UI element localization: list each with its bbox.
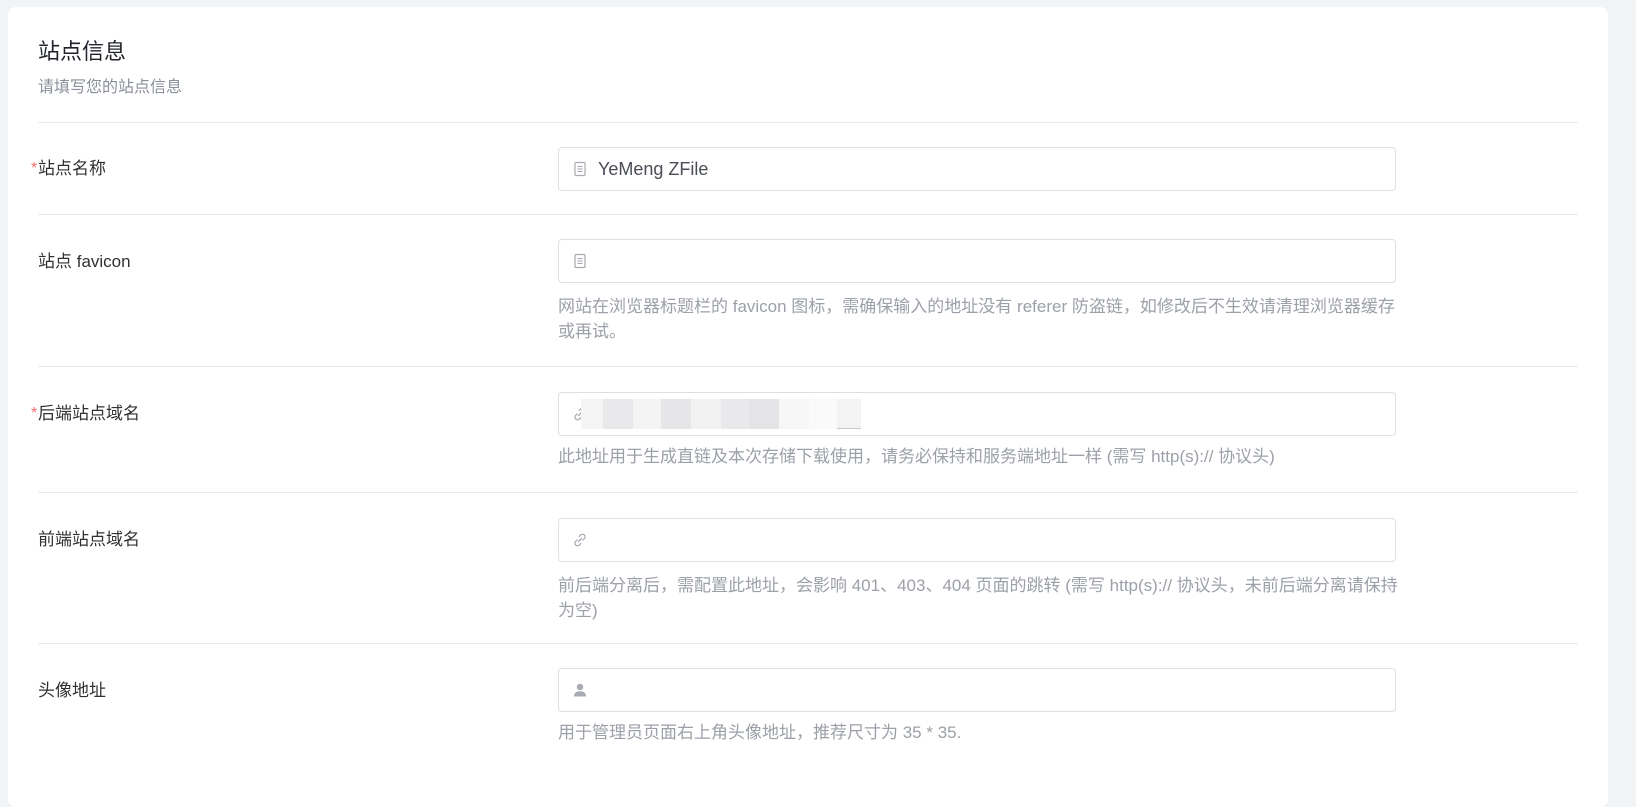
frontend-domain-input[interactable] [558, 518, 1396, 562]
avatar-value[interactable] [598, 669, 1385, 711]
document-icon [574, 161, 586, 177]
section-subtitle: 请填写您的站点信息 [38, 79, 183, 96]
favicon-value[interactable] [598, 240, 1385, 282]
favicon-help-text: 网站在浏览器标题栏的 favicon 图标，需确保输入的地址没有 referer… [558, 297, 1395, 341]
avatar-label: 头像地址 [38, 681, 106, 700]
avatar-input[interactable] [558, 668, 1396, 712]
required-mark: * [31, 405, 38, 422]
backend-domain-help-text: 此地址用于生成直链及本次存储下载使用，请务必保持和服务端地址一样 (需写 htt… [558, 447, 1275, 466]
site-info-card: 站点信息 请填写您的站点信息 * 站点名称 YeMeng ZFile 站点 fa… [8, 7, 1608, 807]
avatar-help-text: 用于管理员页面右上角头像地址，推荐尺寸为 35 * 35. [558, 723, 962, 742]
divider [38, 214, 1578, 215]
divider [38, 366, 1578, 367]
favicon-input[interactable] [558, 239, 1396, 283]
divider [38, 122, 1578, 123]
divider [38, 643, 1578, 644]
backend-domain-input[interactable] [558, 392, 1396, 436]
frontend-domain-value[interactable] [598, 519, 1385, 561]
favicon-label: 站点 favicon [38, 252, 131, 271]
site-name-input[interactable]: YeMeng ZFile [558, 147, 1396, 191]
backend-domain-value[interactable] [598, 393, 1385, 435]
card-header: 站点信息 请填写您的站点信息 [38, 37, 182, 99]
site-name-value[interactable]: YeMeng ZFile [598, 148, 1385, 190]
user-icon [574, 683, 586, 697]
frontend-domain-help-text: 前后端分离后，需配置此地址，会影响 401、403、404 页面的跳转 (需写 … [558, 576, 1398, 620]
required-mark: * [31, 160, 38, 177]
divider [38, 492, 1578, 493]
link-icon [574, 533, 586, 547]
site-name-label: * 站点名称 [31, 159, 106, 178]
backend-domain-label: * 后端站点域名 [31, 404, 140, 423]
frontend-domain-label: 前端站点域名 [38, 530, 140, 549]
document-icon [574, 253, 586, 269]
section-title: 站点信息 [38, 39, 127, 64]
